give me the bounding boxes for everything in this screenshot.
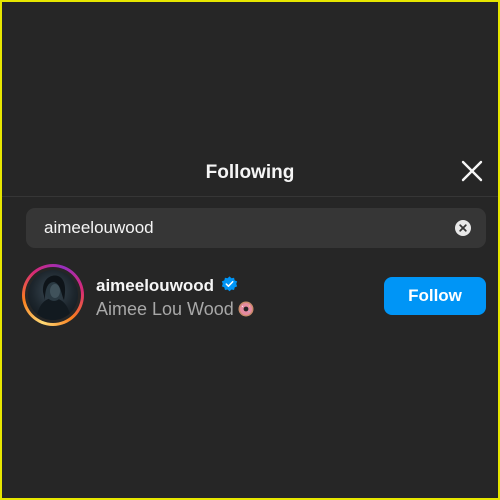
search-box	[26, 208, 486, 248]
search-result-row[interactable]: aimeelouwood Aimee Lou Wood Follow	[2, 262, 498, 328]
clear-circle-icon	[459, 224, 467, 232]
avatar	[28, 270, 78, 320]
follow-button[interactable]: Follow	[384, 277, 486, 315]
close-icon	[461, 160, 483, 182]
modal-title: Following	[205, 162, 295, 183]
close-button[interactable]	[460, 159, 484, 183]
result-full-name: Aimee Lou Wood	[96, 299, 234, 319]
clear-search-button[interactable]	[455, 220, 471, 236]
search-input[interactable]	[44, 208, 444, 248]
verified-badge-icon	[221, 276, 238, 292]
story-ring[interactable]	[22, 264, 84, 326]
modal-header: Following	[2, 150, 498, 197]
screenshot-frame	[0, 0, 500, 500]
result-username[interactable]: aimeelouwood	[96, 276, 214, 296]
doughnut-emoji-icon	[238, 301, 254, 317]
avatar-photo	[36, 275, 71, 320]
